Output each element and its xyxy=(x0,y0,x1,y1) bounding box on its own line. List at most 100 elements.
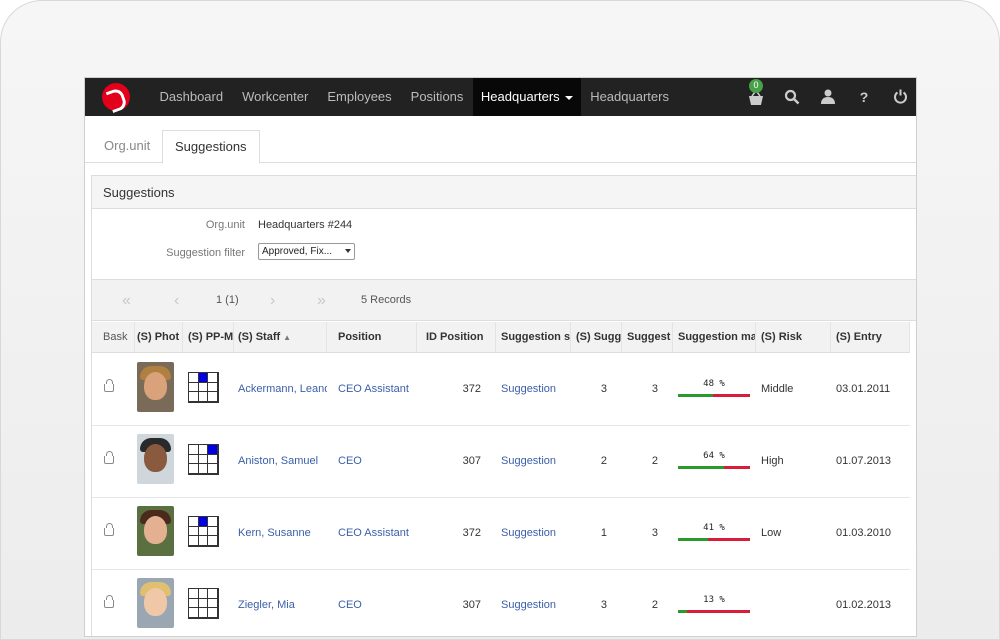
col-basket[interactable]: Bask xyxy=(98,322,135,353)
pp-matrix xyxy=(188,588,219,619)
power-icon[interactable] xyxy=(882,78,916,116)
tab-bar: Org.unit Suggestions xyxy=(85,116,916,164)
help-icon[interactable]: ? xyxy=(846,78,882,116)
suggestions-panel: Suggestions Org.unit Headquarters #244 S… xyxy=(91,175,916,636)
pp-matrix-cell xyxy=(208,454,218,465)
nav-employees[interactable]: Employees xyxy=(318,78,401,116)
entry-date: 01.02.2013 xyxy=(836,599,892,611)
photo-face xyxy=(144,444,167,472)
pp-matrix-cell xyxy=(198,517,209,527)
user-icon[interactable] xyxy=(810,78,846,116)
risk-value: Middle xyxy=(761,383,794,395)
logo-icon[interactable] xyxy=(102,83,130,111)
search-icon[interactable] xyxy=(774,78,810,116)
col-risk[interactable]: (S) Risk xyxy=(756,322,831,353)
match-bar-remainder xyxy=(713,394,750,397)
pp-matrix-cell xyxy=(208,536,218,546)
pp-matrix-cell xyxy=(189,608,199,618)
match-bar xyxy=(678,466,750,469)
suggestion-link[interactable]: Suggestion xyxy=(501,527,571,539)
pp-matrix-cell xyxy=(198,445,209,455)
staff-link[interactable]: Ziegler, Mia xyxy=(238,599,327,611)
table-row[interactable]: Kern, Susanne CEO Assistant 372 Suggesti… xyxy=(92,498,910,570)
pp-matrix-cell xyxy=(208,382,218,393)
prev-page-icon[interactable]: ‹ xyxy=(174,292,179,310)
position-link[interactable]: CEO xyxy=(338,455,418,467)
suggestion-filter-value: Approved, Fix... xyxy=(262,246,333,257)
position-link[interactable]: CEO Assistant xyxy=(338,383,418,395)
match-bar-fill xyxy=(678,610,687,613)
table-header: Bask (S) Phot (S) PP-M (S) Staff ▲ Positi… xyxy=(92,322,910,353)
match-bar-fill xyxy=(678,538,708,541)
basket-icon[interactable] xyxy=(104,523,114,536)
pp-matrix-cell xyxy=(198,464,209,474)
records-count: 5 Records xyxy=(361,294,412,306)
match-bar-remainder xyxy=(687,610,750,613)
suggestion-link[interactable]: Suggestion xyxy=(501,383,571,395)
photo-face xyxy=(144,516,167,544)
position-link[interactable]: CEO xyxy=(338,599,418,611)
pp-matrix-cell xyxy=(189,589,199,599)
suggest-value: 3 xyxy=(651,527,658,539)
suggestion-filter-select[interactable]: Approved, Fix... xyxy=(258,243,355,260)
nav-positions[interactable]: Positions xyxy=(401,78,473,116)
match-bar-remainder xyxy=(708,538,750,541)
position-link[interactable]: CEO Assistant xyxy=(338,527,418,539)
col-position[interactable]: Position xyxy=(333,322,417,353)
basket-count-badge: 0 xyxy=(749,79,763,93)
match-percent: 13 % xyxy=(703,595,725,605)
pp-matrix-cell xyxy=(198,526,209,537)
staff-link[interactable]: Kern, Susanne xyxy=(238,527,327,539)
basket-icon[interactable]: 0 xyxy=(738,78,774,116)
suggestion-link[interactable]: Suggestion xyxy=(501,455,571,467)
match-bar xyxy=(678,610,750,613)
col-s-sugg[interactable]: (S) Sugg xyxy=(571,322,622,353)
tab-orgunit[interactable]: Org.unit xyxy=(92,130,162,164)
match-percent: 64 % xyxy=(703,451,725,461)
pp-matrix xyxy=(188,516,219,547)
id-position: 307 xyxy=(462,599,481,611)
nav-workcenter[interactable]: Workcenter xyxy=(233,78,318,116)
first-page-icon[interactable]: « xyxy=(122,292,131,310)
basket-icon[interactable] xyxy=(104,379,114,392)
staff-link[interactable]: Ackermann, Leand xyxy=(238,383,327,395)
entry-date: 01.03.2010 xyxy=(836,527,892,539)
suggestion-link[interactable]: Suggestion xyxy=(501,599,571,611)
nav-icon-group: 0 ? xyxy=(738,78,916,116)
pp-matrix-cell xyxy=(198,589,209,599)
match-percent: 48 % xyxy=(703,379,725,389)
staff-link[interactable]: Aniston, Samuel xyxy=(238,455,327,467)
col-entry[interactable]: (S) Entry xyxy=(831,322,910,353)
risk-value: High xyxy=(761,455,784,467)
pp-matrix-cell xyxy=(198,392,209,402)
col-photo[interactable]: (S) Phot xyxy=(132,322,183,353)
photo-face xyxy=(144,588,167,616)
table-row[interactable]: Aniston, Samuel CEO 307 Suggestion 2 2 6… xyxy=(92,426,910,498)
nav-headquarters[interactable]: Headquarters xyxy=(581,78,679,116)
basket-icon[interactable] xyxy=(104,595,114,608)
col-suggestion-match[interactable]: Suggestion ma xyxy=(673,322,756,353)
table-row[interactable]: Ziegler, Mia CEO 307 Suggestion 3 2 13 %… xyxy=(92,570,910,636)
tab-suggestions[interactable]: Suggestions xyxy=(162,130,260,164)
pp-matrix-cell xyxy=(189,382,199,393)
match-percent: 41 % xyxy=(703,523,725,533)
caret-down-icon xyxy=(564,95,573,100)
pp-matrix-cell xyxy=(189,464,199,474)
pp-matrix-cell xyxy=(189,526,199,537)
pp-matrix-cell xyxy=(208,373,218,383)
col-suggestion-source[interactable]: Suggestion s xyxy=(496,322,571,353)
next-page-icon[interactable]: › xyxy=(270,292,275,310)
col-id-position[interactable]: ID Position xyxy=(421,322,496,353)
table-row[interactable]: Ackermann, Leand CEO Assistant 372 Sugge… xyxy=(92,354,910,426)
basket-icon[interactable] xyxy=(104,451,114,464)
col-suggest[interactable]: Suggest xyxy=(622,322,673,353)
nav-dashboard[interactable]: Dashboard xyxy=(150,78,233,116)
col-staff[interactable]: (S) Staff ▲ xyxy=(233,322,327,353)
suggestion-filter-label: Suggestion filter xyxy=(166,247,245,259)
s-sugg-value: 3 xyxy=(600,383,607,395)
pp-matrix-cell xyxy=(208,464,218,474)
col-pp-matrix[interactable]: (S) PP-M xyxy=(183,322,234,353)
staff-photo xyxy=(137,362,174,412)
last-page-icon[interactable]: » xyxy=(317,292,326,310)
nav-headquarters-dropdown[interactable]: Headquarters xyxy=(472,78,581,116)
